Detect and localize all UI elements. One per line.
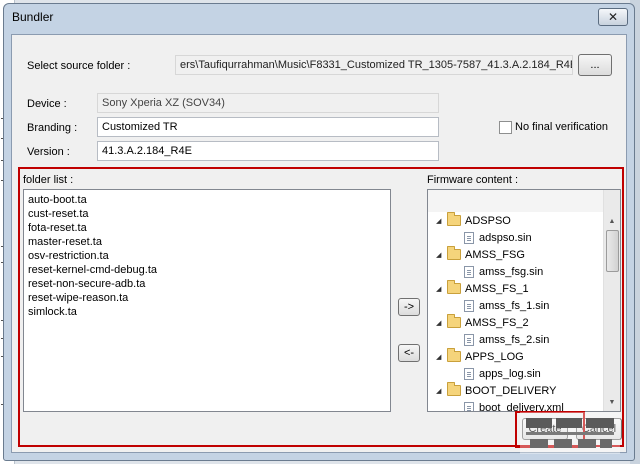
folder-icon [447, 246, 461, 260]
firmware-tree[interactable]: ◢ ADSPSO adspso.sin ◢ AMSS_FSG amss_fsg.… [427, 189, 621, 412]
expand-icon[interactable]: ◢ [436, 319, 444, 327]
close-button[interactable]: ✕ [598, 8, 628, 26]
tree-file-node[interactable]: amss_fs_1.sin [464, 297, 549, 314]
tree-file-node[interactable]: amss_fs_2.sin [464, 331, 549, 348]
file-icon [464, 265, 474, 278]
title-bar[interactable]: Bundler ✕ [4, 4, 634, 34]
branding-label: Branding : [27, 122, 78, 134]
tree-file-node[interactable]: amss_fsg.sin [464, 263, 543, 280]
no-final-verification-checkbox[interactable] [499, 121, 512, 134]
device-label: Device : [27, 98, 67, 110]
expand-icon[interactable]: ◢ [436, 217, 444, 225]
list-item[interactable]: reset-wipe-reason.ta [28, 291, 386, 305]
branding-input[interactable]: Customized TR [97, 117, 439, 137]
tree-folder-node[interactable]: ◢ BOOT_DELIVERY [436, 382, 557, 399]
firmware-content-label: Firmware content : [427, 174, 519, 186]
tree-scrollbar[interactable]: ▲ ▼ [603, 190, 620, 411]
file-icon [464, 401, 474, 411]
expand-icon[interactable]: ◢ [436, 387, 444, 395]
expand-icon[interactable]: ◢ [436, 251, 444, 259]
tree-folder-node[interactable]: ◢ AMSS_FSG [436, 246, 525, 263]
folder-icon [447, 314, 461, 328]
move-right-button[interactable]: -> [398, 298, 420, 316]
bundler-dialog: Bundler ✕ Select source folder : ers\Tau… [3, 3, 635, 461]
list-item[interactable]: cust-reset.ta [28, 207, 386, 221]
tree-folder-node[interactable]: ◢ AMSS_FS_2 [436, 314, 529, 331]
folder-icon [447, 212, 461, 226]
dialog-body: Select source folder : ers\Taufiqurrahma… [11, 34, 627, 453]
scroll-down-icon[interactable]: ▼ [604, 395, 620, 411]
watermark-logo [520, 412, 620, 454]
browse-button[interactable]: ... [578, 54, 612, 76]
window-title: Bundler [12, 10, 54, 24]
tree-folder-node[interactable]: ◢ APPS_LOG [436, 348, 524, 365]
list-item[interactable]: simlock.ta [28, 305, 386, 319]
scroll-up-icon[interactable]: ▲ [604, 214, 620, 230]
file-icon [464, 333, 474, 346]
close-icon: ✕ [607, 10, 619, 24]
file-icon [464, 231, 474, 244]
list-item[interactable]: master-reset.ta [28, 235, 386, 249]
file-icon [464, 367, 474, 380]
folder-icon [447, 382, 461, 396]
move-left-button[interactable]: <- [398, 344, 420, 362]
no-final-verification-label: No final verification [515, 121, 608, 133]
folder-list[interactable]: auto-boot.ta cust-reset.ta fota-reset.ta… [23, 189, 391, 412]
list-item[interactable]: osv-restriction.ta [28, 249, 386, 263]
version-input[interactable]: 41.3.A.2.184_R4E [97, 141, 439, 161]
device-value: Sony Xperia XZ (SOV34) [97, 93, 439, 113]
tree-file-node[interactable]: adspso.sin [464, 229, 532, 246]
list-item[interactable]: reset-non-secure-adb.ta [28, 277, 386, 291]
tree-folder-node[interactable]: ◢ ADSPSO [436, 212, 511, 229]
expand-icon[interactable]: ◢ [436, 285, 444, 293]
version-label: Version : [27, 146, 70, 158]
folder-icon [447, 280, 461, 294]
folder-list-label: folder list : [23, 174, 74, 186]
tree-file-node[interactable]: boot_delivery.xml [464, 399, 564, 411]
file-icon [464, 299, 474, 312]
expand-icon[interactable]: ◢ [436, 353, 444, 361]
scroll-thumb[interactable] [606, 230, 619, 272]
list-item[interactable]: fota-reset.ta [28, 221, 386, 235]
tree-folder-node[interactable]: ◢ AMSS_FS_1 [436, 280, 529, 297]
source-folder-label: Select source folder : [27, 60, 131, 72]
tree-file-node[interactable]: apps_log.sin [464, 365, 541, 382]
list-item[interactable]: auto-boot.ta [28, 193, 386, 207]
folder-icon [447, 348, 461, 362]
list-item[interactable]: reset-kernel-cmd-debug.ta [28, 263, 386, 277]
source-folder-path[interactable]: ers\Taufiqurrahman\Music\F8331_Customize… [175, 55, 573, 75]
